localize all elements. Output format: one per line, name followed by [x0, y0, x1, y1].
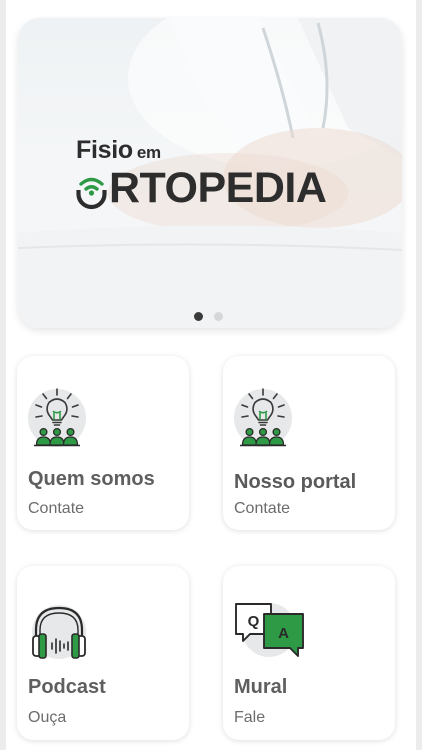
screen-edge-right — [416, 0, 422, 750]
carousel-dot-1[interactable] — [194, 312, 203, 321]
card-subtitle: Contate — [28, 500, 85, 517]
card-nosso-portal[interactable]: Nosso portal Contate — [223, 356, 395, 530]
card-title: Mural — [234, 676, 288, 698]
card-mural[interactable]: Q A Mural Fale — [223, 566, 395, 740]
bulb-group-icon — [234, 388, 292, 447]
bulb-group-icon — [28, 388, 86, 447]
card-quem-somos[interactable]: Quem somos Contate — [17, 356, 189, 530]
qa-chat-icon: Q A — [235, 603, 304, 657]
app-screen: Fisio em RTOPEDIA Quem somos Contate Nos… — [0, 0, 422, 750]
svg-text:Q: Q — [248, 613, 260, 630]
card-subtitle: Ouça — [28, 709, 67, 726]
card-title: Quem somos — [28, 468, 155, 490]
card-title: Nosso portal — [234, 471, 357, 493]
brand-fisio-text: Fisio — [76, 136, 133, 164]
brand-logo-line2: RTOPEDIA — [75, 164, 327, 213]
carousel-indicator — [194, 312, 223, 321]
card-subtitle: Fale — [234, 709, 266, 726]
banner-carousel[interactable]: Fisio em RTOPEDIA — [18, 18, 402, 328]
svg-text:A: A — [278, 625, 289, 642]
card-title: Podcast — [28, 676, 106, 698]
screen-edge-left — [0, 0, 6, 750]
brand-ortopedia-text: RTOPEDIA — [109, 164, 327, 212]
card-subtitle: Contate — [234, 500, 291, 517]
card-podcast[interactable]: Podcast Ouça — [17, 566, 189, 740]
brand-em-text: em — [136, 143, 161, 162]
wifi-o-icon — [76, 177, 107, 209]
brand-logo-line1: Fisio em — [76, 136, 161, 165]
headphones-icon — [32, 605, 86, 659]
carousel-dot-2[interactable] — [214, 312, 223, 321]
